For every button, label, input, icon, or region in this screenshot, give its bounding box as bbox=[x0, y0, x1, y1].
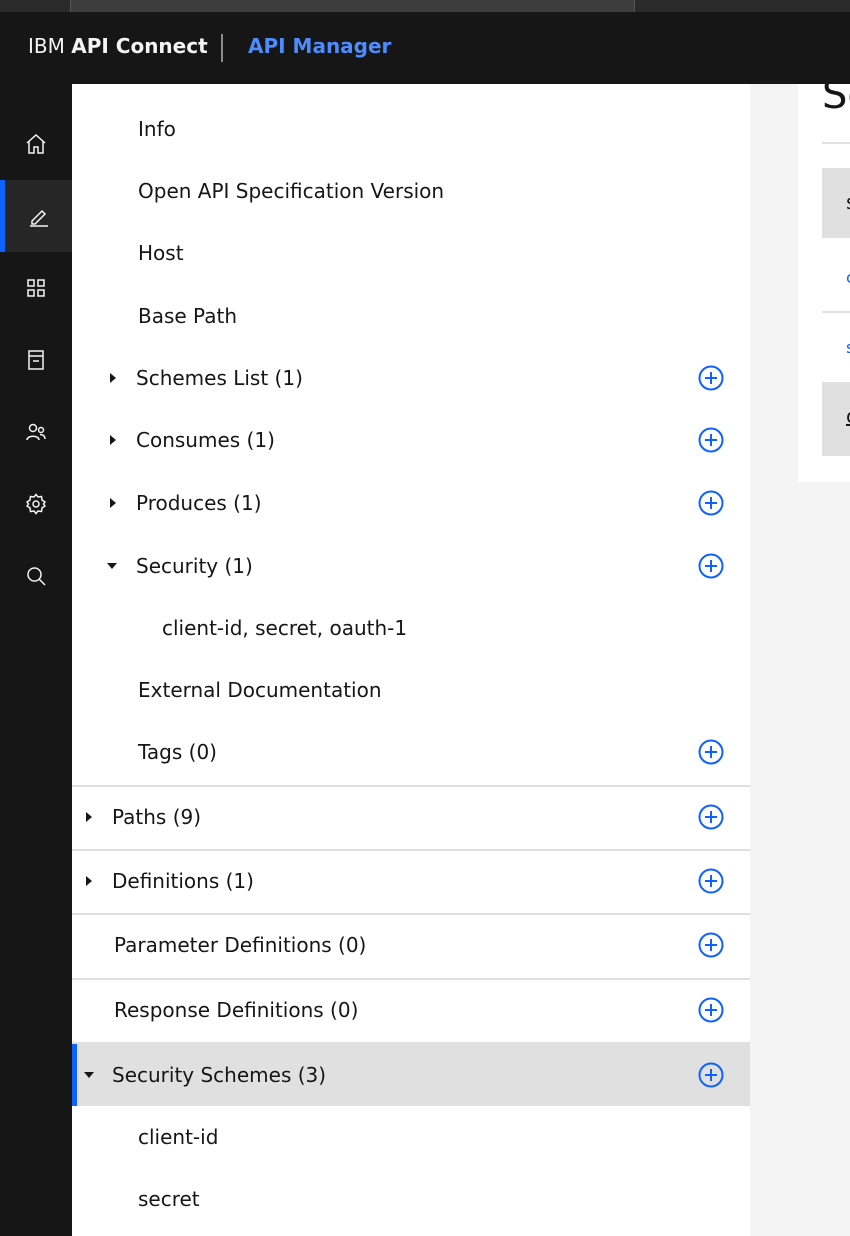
tree-item-parameter-definitions[interactable]: Parameter Definitions (0) bbox=[72, 925, 750, 965]
tree-item-response-definitions[interactable]: Response Definitions (0) bbox=[72, 990, 750, 1030]
catalog-icon bbox=[28, 350, 44, 370]
detail-link[interactable]: c bbox=[846, 268, 850, 287]
tree-item-label: Definitions (1) bbox=[112, 869, 254, 893]
browser-tab[interactable] bbox=[70, 0, 635, 12]
nav-users[interactable] bbox=[0, 396, 72, 468]
tree-item-security-requirement[interactable]: client-id, secret, oauth-1 bbox=[72, 608, 750, 648]
tree-item-host[interactable]: Host bbox=[72, 233, 750, 273]
home-icon bbox=[26, 133, 46, 154]
collapse-caret-icon[interactable] bbox=[107, 563, 117, 569]
tree-item-scheme-client-id[interactable]: client-id bbox=[72, 1117, 750, 1157]
add-circle-icon[interactable] bbox=[698, 553, 724, 579]
nav-apps[interactable] bbox=[0, 252, 72, 324]
tree-item-security[interactable]: Security (1) bbox=[72, 546, 750, 586]
detail-footer-text: c bbox=[846, 404, 850, 428]
tree-item-label: Base Path bbox=[138, 304, 237, 328]
tree-item-label: Info bbox=[138, 117, 176, 141]
app-name[interactable]: API Manager bbox=[248, 34, 391, 58]
tree-item-label: Produces (1) bbox=[136, 491, 262, 515]
add-circle-icon[interactable] bbox=[698, 804, 724, 830]
users-icon bbox=[26, 423, 46, 441]
section-divider bbox=[72, 978, 750, 980]
search-icon bbox=[27, 567, 46, 586]
brand-product: API Connect bbox=[71, 34, 208, 58]
tree-item-tags[interactable]: Tags (0) bbox=[72, 732, 750, 772]
detail-divider bbox=[822, 142, 850, 144]
tree-item-label: Open API Specification Version bbox=[138, 179, 445, 203]
brand-logo[interactable]: IBM API Connect bbox=[28, 34, 208, 58]
tree-item-label: Paths (9) bbox=[112, 805, 202, 829]
tree-item-scheme-secret[interactable]: secret bbox=[72, 1179, 750, 1219]
expand-caret-icon[interactable] bbox=[86, 812, 92, 822]
tree-item-label: Security Schemes (3) bbox=[112, 1063, 327, 1087]
nav-develop[interactable] bbox=[0, 180, 72, 252]
nav-search[interactable] bbox=[0, 540, 72, 612]
detail-table-header: s bbox=[822, 168, 850, 238]
expand-caret-icon[interactable] bbox=[110, 498, 116, 508]
tree-item-label: Schemes List (1) bbox=[136, 366, 303, 390]
expand-caret-icon[interactable] bbox=[110, 373, 116, 383]
detail-table-footer[interactable]: c bbox=[822, 382, 850, 456]
detail-divider bbox=[822, 311, 850, 313]
tree-item-base-path[interactable]: Base Path bbox=[72, 296, 750, 336]
tree-item-label: Tags (0) bbox=[138, 740, 217, 764]
header-divider bbox=[221, 34, 223, 62]
add-circle-icon[interactable] bbox=[698, 868, 724, 894]
add-circle-icon[interactable] bbox=[698, 997, 724, 1023]
expand-caret-icon[interactable] bbox=[86, 876, 92, 886]
tree-item-info[interactable]: Info bbox=[72, 109, 750, 149]
tree-item-paths[interactable]: Paths (9) bbox=[72, 797, 750, 837]
add-circle-icon[interactable] bbox=[698, 490, 724, 516]
add-circle-icon[interactable] bbox=[698, 427, 724, 453]
tree-item-label: Security (1) bbox=[136, 554, 253, 578]
tree-item-label: Response Definitions (0) bbox=[114, 998, 359, 1022]
nav-settings[interactable] bbox=[0, 468, 72, 540]
browser-tab-strip bbox=[0, 0, 850, 12]
detail-header-text: s bbox=[846, 190, 850, 214]
apps-icon bbox=[27, 279, 45, 297]
brand-ibm: IBM bbox=[28, 34, 65, 58]
tree-item-security-schemes[interactable]: Security Schemes (3) bbox=[72, 1044, 750, 1106]
left-navigation bbox=[0, 84, 72, 1236]
tree-item-label: client-id bbox=[138, 1125, 219, 1149]
tree-item-produces[interactable]: Produces (1) bbox=[72, 483, 750, 523]
selection-indicator bbox=[72, 1044, 77, 1106]
tree-item-openapi-version[interactable]: Open API Specification Version bbox=[72, 171, 750, 211]
settings-icon bbox=[25, 493, 47, 515]
tree-item-label: Consumes (1) bbox=[136, 428, 275, 452]
tree-item-label: External Documentation bbox=[138, 678, 382, 702]
detail-card: Se s c s c bbox=[798, 84, 850, 482]
design-tree-panel: Info Open API Specification Version Host… bbox=[72, 84, 750, 1236]
tree-item-label: Host bbox=[138, 241, 184, 265]
add-circle-icon[interactable] bbox=[698, 932, 724, 958]
section-divider bbox=[72, 913, 750, 915]
top-bar: IBM API Connect API Manager bbox=[0, 12, 850, 84]
section-divider bbox=[72, 849, 750, 851]
tree-item-label: client-id, secret, oauth-1 bbox=[162, 616, 408, 640]
add-circle-icon[interactable] bbox=[698, 365, 724, 391]
collapse-caret-icon[interactable] bbox=[84, 1072, 94, 1078]
nav-home[interactable] bbox=[0, 108, 72, 180]
section-divider bbox=[72, 785, 750, 787]
nav-catalog[interactable] bbox=[0, 324, 72, 396]
tree-item-schemes-list[interactable]: Schemes List (1) bbox=[72, 358, 750, 398]
tree-item-definitions[interactable]: Definitions (1) bbox=[72, 861, 750, 901]
add-circle-icon[interactable] bbox=[698, 739, 724, 765]
tree-item-label: Parameter Definitions (0) bbox=[114, 933, 367, 957]
add-circle-icon[interactable] bbox=[698, 1062, 724, 1088]
expand-caret-icon[interactable] bbox=[110, 435, 116, 445]
tree-item-label: secret bbox=[138, 1187, 200, 1211]
detail-title: Se bbox=[822, 84, 850, 118]
tree-item-consumes[interactable]: Consumes (1) bbox=[72, 420, 750, 460]
tree-item-external-docs[interactable]: External Documentation bbox=[72, 670, 750, 710]
detail-link[interactable]: s bbox=[846, 338, 850, 357]
edit-icon bbox=[29, 209, 48, 227]
